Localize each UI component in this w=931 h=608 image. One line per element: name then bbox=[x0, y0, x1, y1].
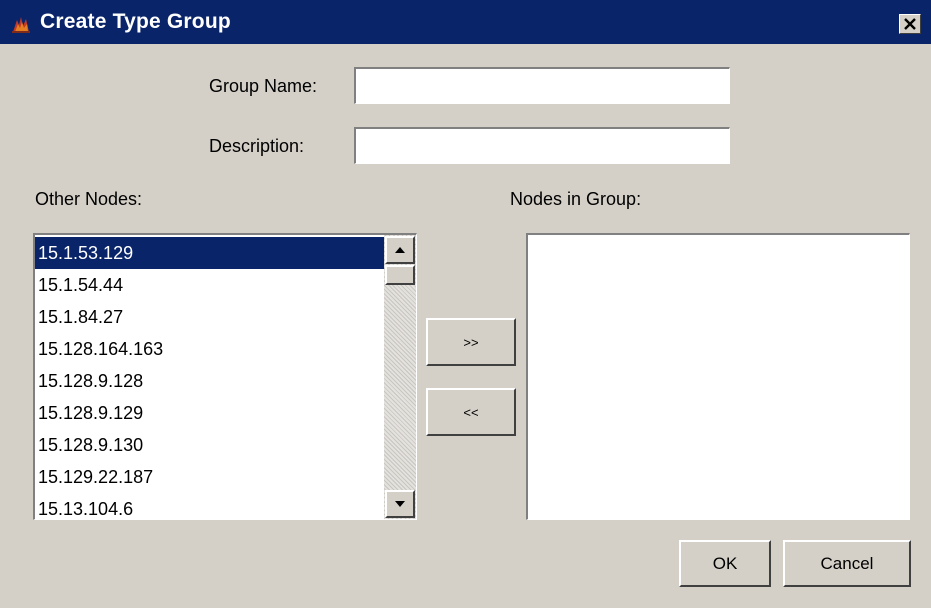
description-input[interactable] bbox=[356, 129, 729, 163]
arrow-down-icon bbox=[395, 501, 405, 507]
app-icon bbox=[10, 14, 32, 34]
description-label: Description: bbox=[209, 136, 305, 156]
other-nodes-list[interactable]: 15.1.53.129 15.1.54.44 15.1.84.27 15.128… bbox=[33, 233, 417, 520]
list-item[interactable]: 15.128.9.129 bbox=[35, 397, 384, 429]
add-to-group-button[interactable]: >> bbox=[426, 318, 516, 366]
close-button[interactable] bbox=[899, 14, 921, 34]
title-bar[interactable]: Create Type Group bbox=[0, 0, 931, 44]
list-item[interactable]: 15.1.54.44 bbox=[35, 269, 384, 301]
other-nodes-label: Other Nodes: bbox=[35, 189, 143, 209]
scrollbar-thumb[interactable] bbox=[385, 265, 415, 285]
list-item[interactable]: 15.128.164.163 bbox=[35, 333, 384, 365]
other-nodes-items: 15.1.53.129 15.1.54.44 15.1.84.27 15.128… bbox=[35, 237, 384, 519]
cancel-button[interactable]: Cancel bbox=[783, 540, 911, 587]
arrow-up-icon bbox=[395, 247, 405, 253]
window-title: Create Type Group bbox=[40, 10, 231, 33]
scroll-up-button[interactable] bbox=[385, 236, 415, 264]
nodes-in-group-label: Nodes in Group: bbox=[510, 189, 642, 209]
list-item[interactable]: 15.1.84.27 bbox=[35, 301, 384, 333]
list-item[interactable]: 15.13.104.6 bbox=[35, 493, 384, 519]
group-name-label: Group Name: bbox=[209, 76, 318, 96]
remove-from-group-button[interactable]: << bbox=[426, 388, 516, 436]
description-field[interactable] bbox=[354, 127, 730, 164]
close-icon bbox=[904, 18, 916, 30]
nodes-in-group-list[interactable] bbox=[526, 233, 910, 520]
list-item[interactable]: 15.128.9.128 bbox=[35, 365, 384, 397]
group-name-field[interactable] bbox=[354, 67, 730, 104]
list-item[interactable]: 15.1.53.129 bbox=[35, 237, 384, 269]
list-item[interactable]: 15.128.9.130 bbox=[35, 429, 384, 461]
list-item[interactable]: 15.129.22.187 bbox=[35, 461, 384, 493]
vertical-scrollbar[interactable] bbox=[384, 235, 416, 519]
create-type-group-dialog: Create Type Group Group Name: Descriptio… bbox=[0, 0, 931, 608]
ok-button[interactable]: OK bbox=[679, 540, 771, 587]
scroll-down-button[interactable] bbox=[385, 490, 415, 518]
group-name-input[interactable] bbox=[356, 69, 729, 103]
